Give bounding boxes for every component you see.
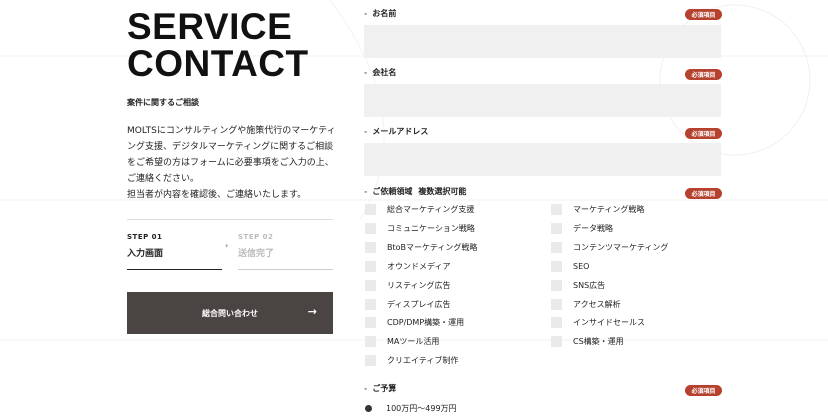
- description: MOLTSにコンサルティングや施策代行のマーケティング支援、デジタルマーケティン…: [127, 123, 337, 203]
- checkbox-label: リスティング広告: [387, 280, 451, 290]
- checkbox-label: コミュニケーション戦略: [387, 223, 475, 233]
- category-checkbox[interactable]: SNS広告: [551, 279, 606, 291]
- category-checkbox[interactable]: ディスプレイ広告: [365, 298, 451, 310]
- category-checkbox[interactable]: コミュニケーション戦略: [365, 222, 475, 234]
- categories-note: 複数選択可能: [418, 187, 467, 196]
- step-name: 入力画面: [127, 249, 164, 259]
- required-badge: 必須項目: [685, 128, 722, 139]
- step-number: STEP 01: [127, 233, 163, 241]
- checkbox-label: CDP/DMP構築・運用: [387, 318, 465, 328]
- category-checkbox[interactable]: マーケティング戦略: [551, 204, 644, 215]
- checkbox-box[interactable]: [365, 260, 376, 272]
- category-checkbox[interactable]: CDP/DMP構築・運用: [365, 317, 465, 329]
- step-2-underline: [238, 269, 333, 270]
- checkbox-box[interactable]: [551, 336, 562, 348]
- checkbox-label: BtoBマーケティング戦略: [387, 242, 478, 252]
- category-checkbox[interactable]: クリエイティブ制作: [365, 355, 459, 367]
- required-badge: 必須項目: [685, 385, 722, 396]
- checkbox-box[interactable]: [365, 355, 376, 367]
- budget-option-label: 100万円〜499万円: [386, 404, 457, 413]
- category-checkbox[interactable]: MAツール活用: [365, 336, 440, 348]
- checkbox-box[interactable]: [365, 241, 376, 253]
- name-label: - お名前: [364, 9, 397, 18]
- dash-icon: -: [364, 68, 368, 77]
- checkbox-box[interactable]: [365, 222, 376, 234]
- category-checkbox[interactable]: BtoBマーケティング戦略: [365, 241, 478, 253]
- company-label: - 会社名: [364, 68, 397, 77]
- checkbox-label: コンテンツマーケティング: [573, 242, 669, 252]
- checkbox-label: マーケティング戦略: [573, 205, 645, 214]
- checkbox-label: MAツール活用: [387, 337, 440, 347]
- category-checkbox[interactable]: アクセス解析: [551, 298, 621, 310]
- step-number: STEP 02: [238, 233, 274, 241]
- checkbox-label: アクセス解析: [573, 299, 621, 309]
- checkbox-label: ディスプレイ広告: [387, 299, 451, 309]
- required-badge: 必須項目: [685, 188, 722, 199]
- checkbox-box[interactable]: [365, 279, 376, 291]
- category-checkbox[interactable]: 総合マーケティング支援: [365, 204, 474, 215]
- checkbox-label: クリエイティブ制作: [387, 356, 459, 366]
- required-badge: 必須項目: [685, 9, 722, 20]
- step-indicator: STEP 01 入力画面 › STEP 02 送信完了: [127, 219, 333, 270]
- dash-icon: -: [364, 9, 368, 18]
- checkbox-box[interactable]: [551, 204, 562, 215]
- page-title-line2: CONTACT: [127, 43, 309, 84]
- name-input[interactable]: [364, 25, 721, 58]
- category-checkbox[interactable]: リスティング広告: [365, 279, 451, 291]
- checkbox-label: SNS広告: [573, 280, 606, 290]
- checkbox-box[interactable]: [365, 204, 376, 215]
- step-1-underline: [127, 269, 222, 270]
- submit-button-label: 総合問い合わせ: [202, 308, 258, 318]
- checkbox-label: 総合マーケティング支援: [387, 205, 475, 214]
- checkbox-box[interactable]: [551, 260, 562, 272]
- checkbox-box[interactable]: [551, 298, 562, 310]
- checkbox-box[interactable]: [551, 317, 562, 329]
- category-checkbox[interactable]: データ戦略: [551, 222, 613, 234]
- checkbox-label: SEO: [573, 261, 590, 271]
- category-checkbox[interactable]: コンテンツマーケティング: [551, 241, 669, 253]
- checkbox-label: オウンドメディア: [387, 261, 451, 271]
- category-checkbox[interactable]: CS構築・運用: [551, 336, 624, 348]
- checkbox-box[interactable]: [551, 222, 562, 234]
- checkbox-box[interactable]: [551, 241, 562, 253]
- submit-button[interactable]: 総合問い合わせ →: [127, 292, 333, 334]
- chevron-right-icon: ›: [225, 241, 229, 250]
- company-input[interactable]: [364, 84, 721, 117]
- radio-dot-icon: [365, 405, 372, 412]
- email-label: - メールアドレス: [364, 127, 429, 136]
- required-badge: 必須項目: [685, 69, 722, 80]
- checkbox-box[interactable]: [551, 279, 562, 291]
- step-name: 送信完了: [238, 249, 275, 259]
- category-checkbox[interactable]: SEO: [551, 260, 590, 272]
- checkbox-box[interactable]: [365, 336, 376, 348]
- budget-option[interactable]: 100万円〜499万円: [365, 403, 457, 414]
- step-2: STEP 02 送信完了: [238, 233, 274, 259]
- checkbox-label: データ戦略: [573, 223, 613, 233]
- page-subtitle: 案件に関するご相談: [127, 98, 199, 107]
- page-title: SERVICE CONTACT: [127, 8, 309, 82]
- dash-icon: -: [364, 127, 368, 136]
- category-checkbox[interactable]: インサイドセールス: [551, 317, 645, 329]
- arrow-right-icon: →: [307, 305, 317, 318]
- checkbox-label: CS構築・運用: [573, 337, 624, 347]
- description-paragraph: 担当者が内容を確認後、ご連絡いたします。: [127, 190, 307, 200]
- dash-icon: -: [364, 384, 368, 393]
- category-checkbox[interactable]: オウンドメディア: [365, 260, 451, 272]
- checkbox-box[interactable]: [365, 298, 376, 310]
- checkbox-label: インサイドセールス: [573, 318, 645, 328]
- step-1: STEP 01 入力画面: [127, 233, 222, 259]
- email-input[interactable]: [364, 143, 721, 176]
- description-paragraph: MOLTSにコンサルティングや施策代行のマーケティング支援、デジタルマーケティン…: [127, 126, 336, 184]
- dash-icon: -: [364, 187, 368, 196]
- categories-label: - ご依頼領域 複数選択可能: [364, 187, 467, 196]
- budget-label: - ご予算: [364, 384, 397, 393]
- page-title-line1: SERVICE: [127, 6, 293, 47]
- checkbox-box[interactable]: [365, 317, 376, 329]
